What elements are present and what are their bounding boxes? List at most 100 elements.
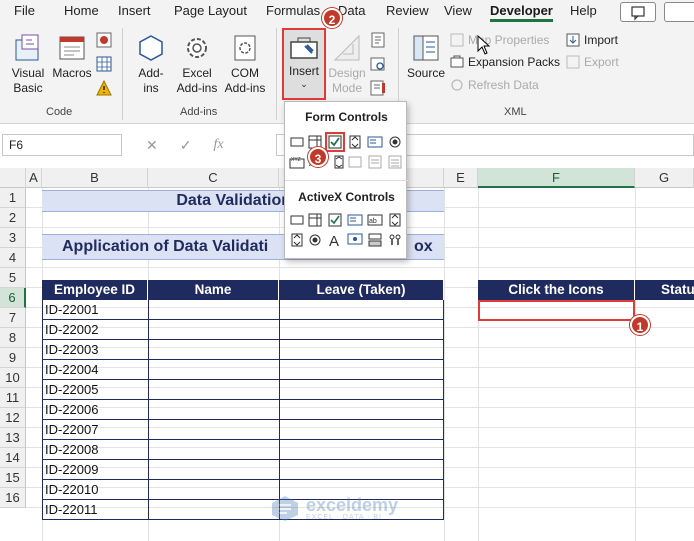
menu-formulas[interactable]: Formulas: [266, 3, 320, 18]
employee-id-cell[interactable]: ID-22009: [42, 460, 148, 480]
activex-spin-button[interactable]: [289, 232, 305, 248]
header-name: Name: [148, 280, 279, 300]
employee-id-cell[interactable]: ID-22004: [42, 360, 148, 380]
export-button[interactable]: Export: [566, 55, 619, 69]
step-badge-1: 1: [630, 315, 650, 335]
row-header[interactable]: 2: [0, 208, 26, 228]
activex-label[interactable]: A: [327, 232, 343, 248]
employee-id-cell[interactable]: ID-22011: [42, 500, 148, 520]
row-header[interactable]: 6: [0, 288, 26, 308]
employee-id-cell[interactable]: ID-22006: [42, 400, 148, 420]
svg-text:XYZ: XYZ: [291, 157, 301, 163]
employee-id-cell[interactable]: ID-22003: [42, 340, 148, 360]
form-spin-button-control[interactable]: [347, 134, 363, 150]
properties-icon[interactable]: [370, 32, 386, 48]
activex-list-box[interactable]: [347, 212, 363, 228]
menu-view[interactable]: View: [444, 3, 472, 18]
menu-insert[interactable]: Insert: [118, 3, 151, 18]
employee-id-cell[interactable]: ID-22002: [42, 320, 148, 340]
employee-id-cell[interactable]: ID-22008: [42, 440, 148, 460]
row-header[interactable]: 16: [0, 488, 26, 508]
design-mode-button[interactable]: Design Mode: [328, 32, 366, 96]
menu-file[interactable]: File: [14, 3, 35, 18]
selected-cell-f6[interactable]: [478, 300, 635, 321]
insert-controls-button[interactable]: Insert ⌄: [282, 28, 326, 100]
form-combo-list-control[interactable]: [367, 154, 383, 170]
name-box[interactable]: F6: [2, 134, 122, 156]
activex-command-button[interactable]: [289, 212, 305, 228]
activex-image[interactable]: [347, 232, 363, 248]
menu-help[interactable]: Help: [570, 3, 597, 18]
visual-basic-button[interactable]: Visual Basic: [6, 32, 50, 96]
header-click-icons: Click the Icons: [478, 280, 635, 300]
row-header[interactable]: 7: [0, 308, 26, 328]
employee-id-cell[interactable]: ID-22001: [42, 300, 148, 320]
menu-developer[interactable]: Developer: [490, 3, 553, 22]
row-header[interactable]: 9: [0, 348, 26, 368]
row-header[interactable]: 10: [0, 368, 26, 388]
com-addins-button[interactable]: COM Add-ins: [222, 32, 268, 96]
row-header[interactable]: 13: [0, 428, 26, 448]
employee-id-cell[interactable]: ID-22010: [42, 480, 148, 500]
row-header[interactable]: 4: [0, 248, 26, 268]
relative-references-icon[interactable]: [96, 56, 112, 72]
row-header[interactable]: 14: [0, 448, 26, 468]
activex-option-button[interactable]: [307, 232, 323, 248]
row-header[interactable]: 8: [0, 328, 26, 348]
macros-button[interactable]: Macros: [50, 32, 94, 81]
map-properties-button[interactable]: Map Properties: [450, 33, 549, 47]
column-header-a[interactable]: A: [26, 168, 42, 188]
activex-text-box[interactable]: ab: [367, 212, 383, 228]
activex-checkbox[interactable]: [327, 212, 343, 228]
addins-button[interactable]: Add- ins: [128, 32, 174, 96]
menu-data[interactable]: Data: [338, 3, 365, 18]
form-text-field-control[interactable]: [347, 154, 363, 170]
addins-icon: [139, 35, 163, 61]
comments-button[interactable]: [620, 2, 656, 22]
select-all-corner[interactable]: [0, 168, 26, 188]
column-header-c[interactable]: C: [148, 168, 279, 188]
step-badge-2: 2: [322, 8, 342, 28]
menu-page-layout[interactable]: Page Layout: [174, 3, 247, 18]
activex-scroll-bar[interactable]: [387, 212, 403, 228]
source-button[interactable]: Source: [404, 32, 448, 81]
run-dialog-icon[interactable]: [370, 80, 386, 96]
refresh-data-button[interactable]: Refresh Data: [450, 78, 539, 92]
insert-function-icon[interactable]: fx: [213, 137, 223, 153]
more-controls-icon[interactable]: [387, 232, 403, 248]
form-combo-dropdown-control[interactable]: [387, 154, 403, 170]
row-header[interactable]: 15: [0, 468, 26, 488]
column-header-g[interactable]: G: [635, 168, 694, 188]
row-header[interactable]: 1: [0, 188, 26, 208]
column-header-f[interactable]: F: [478, 168, 635, 188]
row-header[interactable]: 12: [0, 408, 26, 428]
activex-controls-heading: ActiveX Controls: [298, 190, 395, 204]
table-divider: [279, 300, 280, 520]
view-code-icon[interactable]: [370, 56, 386, 72]
form-group-box-control[interactable]: XYZ: [289, 154, 305, 170]
column-header-b[interactable]: B: [42, 168, 148, 188]
row-header[interactable]: 3: [0, 228, 26, 248]
form-list-box-control[interactable]: [367, 134, 383, 150]
employee-id-cell[interactable]: ID-22005: [42, 380, 148, 400]
activex-combo-box[interactable]: [307, 212, 323, 228]
cancel-icon[interactable]: ✕: [146, 137, 158, 154]
menu-home[interactable]: Home: [64, 3, 99, 18]
activex-toggle-button[interactable]: [367, 232, 383, 248]
row-header[interactable]: 11: [0, 388, 26, 408]
form-checkbox-control[interactable]: [325, 132, 345, 152]
share-button[interactable]: [664, 2, 694, 22]
check-icon[interactable]: ✓: [180, 137, 192, 154]
macro-security-icon[interactable]: [96, 79, 112, 96]
expansion-packs-button[interactable]: Expansion Packs: [450, 55, 560, 69]
record-macro-icon[interactable]: [96, 32, 112, 48]
row-header[interactable]: 5: [0, 268, 26, 288]
form-option-button-control[interactable]: [387, 134, 403, 150]
menu-review[interactable]: Review: [386, 3, 429, 18]
import-button[interactable]: Import: [566, 33, 618, 47]
excel-addins-button[interactable]: Excel Add-ins: [174, 32, 220, 96]
form-scroll-bar-control[interactable]: [331, 154, 347, 170]
form-button-control[interactable]: [289, 134, 305, 150]
employee-id-cell[interactable]: ID-22007: [42, 420, 148, 440]
column-header-e[interactable]: E: [444, 168, 478, 188]
